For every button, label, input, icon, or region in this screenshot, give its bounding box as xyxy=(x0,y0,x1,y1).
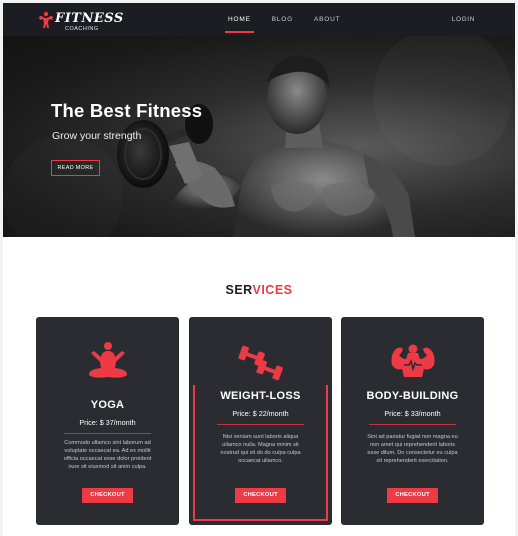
service-description: Sint ad pariatur fugiat non magna eu non… xyxy=(367,434,458,464)
service-price: Price: $ 33/month xyxy=(384,409,441,418)
checkout-button[interactable]: CHECKOUT xyxy=(235,488,286,503)
service-card-body-building: BODY-BUILDING Price: $ 33/month Sint ad … xyxy=(341,317,484,525)
hero-subtitle: Grow your strength xyxy=(52,130,142,142)
service-name: WEIGHT-LOSS xyxy=(220,390,301,402)
service-name: BODY-BUILDING xyxy=(366,390,459,402)
divider xyxy=(64,433,151,434)
bodybuilding-icon xyxy=(341,341,484,391)
brand-logo[interactable]: FITNESS COACHING xyxy=(36,9,123,33)
services-heading: SERVICES xyxy=(3,283,515,297)
hero-banner: The Best Fitness Grow your strength READ… xyxy=(3,36,515,237)
checkout-button[interactable]: CHECKOUT xyxy=(387,488,438,503)
top-navbar: FITNESS COACHING HOME BLOG ABOUT LOGIN xyxy=(3,3,515,36)
nav-link-home[interactable]: HOME xyxy=(225,3,254,36)
nav-links: HOME BLOG ABOUT xyxy=(225,3,361,36)
brand-tagline: COACHING xyxy=(65,26,99,32)
divider xyxy=(369,424,456,425)
flexing-man-icon xyxy=(39,11,53,28)
page: FITNESS COACHING HOME BLOG ABOUT LOGIN T… xyxy=(3,3,515,536)
read-more-button[interactable]: READ MORE xyxy=(51,160,100,176)
service-card-weight-loss: WEIGHT-LOSS Price: $ 22/month Nisi venia… xyxy=(189,317,332,525)
checkout-button[interactable]: CHECKOUT xyxy=(82,488,133,503)
nav-link-about[interactable]: ABOUT xyxy=(314,3,340,36)
service-description: Nisi veniam sunt laboris aliqua ullamco … xyxy=(220,434,301,464)
service-price: Price: $ 22/month xyxy=(232,409,289,418)
services-heading-part2: VICES xyxy=(252,283,293,297)
services-heading-part1: SER xyxy=(225,283,253,297)
dumbbell-icon xyxy=(189,341,332,391)
service-card-yoga: YOGA Price: $ 37/month Commodo ullamco s… xyxy=(36,317,179,525)
service-name: YOGA xyxy=(90,399,125,411)
service-price: Price: $ 37/month xyxy=(79,418,136,427)
yoga-icon xyxy=(36,341,179,391)
login-link[interactable]: LOGIN xyxy=(452,3,475,36)
hero-title: The Best Fitness xyxy=(51,100,203,121)
brand-name: FITNESS xyxy=(55,11,124,26)
divider xyxy=(217,424,304,425)
service-description: Commodo ullamco sint laborum ad voluptat… xyxy=(63,440,152,470)
nav-link-blog[interactable]: BLOG xyxy=(272,3,293,36)
